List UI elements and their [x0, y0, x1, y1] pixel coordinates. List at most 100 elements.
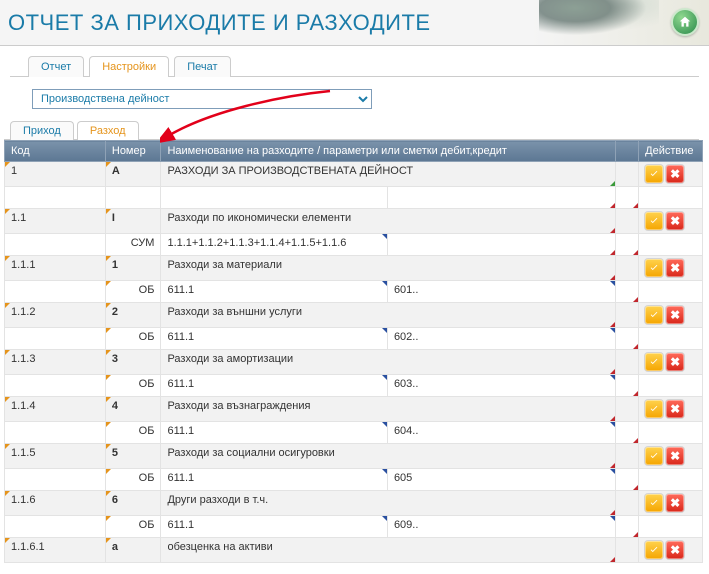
tab-print[interactable]: Печат — [174, 56, 230, 77]
cell-name[interactable]: Разходи за възнаграждения — [161, 397, 615, 421]
cell-param2[interactable]: 603.. — [388, 375, 616, 396]
cell-num[interactable]: 4 — [106, 397, 161, 421]
main-tabs: Отчет Настройки Печат — [28, 56, 709, 77]
cell-code[interactable]: 1.1.4 — [5, 397, 105, 421]
cell-param1[interactable]: 611.1 — [161, 516, 386, 537]
cell-code[interactable]: 1.1.6.1 — [5, 538, 105, 562]
expense-table: Код Номер Наименование на разходите / па… — [4, 140, 703, 563]
cell-name[interactable]: Разходи по икономически елементи — [161, 209, 615, 233]
tab-report[interactable]: Отчет — [28, 56, 84, 77]
cell-param2[interactable]: 604.. — [388, 422, 616, 443]
cell-subnum[interactable]: ОБ — [106, 281, 161, 302]
cell-subnum[interactable]: ОБ — [106, 328, 161, 349]
delete-button[interactable]: ✖ — [666, 306, 684, 324]
cell-code[interactable]: 1.1.6 — [5, 491, 105, 515]
cell-subnum[interactable]: ОБ — [106, 469, 161, 490]
edit-button[interactable] — [645, 306, 663, 324]
cell-num[interactable]: А — [106, 162, 161, 186]
cell-actions: ✖ — [639, 444, 702, 468]
cell-code — [5, 328, 105, 349]
activity-select-row: Производствена дейност — [32, 89, 709, 109]
cell-param1[interactable]: 611.1 — [161, 281, 386, 302]
table-row: 1.1.22Разходи за външни услуги ✖ — [5, 303, 703, 328]
delete-button[interactable]: ✖ — [666, 165, 684, 183]
table-subrow: СУМ1.1.1+1.1.2+1.1.3+1.1.4+1.1.5+1.1.6 — [5, 234, 703, 256]
cell-param1[interactable]: 611.1 — [161, 469, 386, 490]
cell-num[interactable]: а — [106, 538, 161, 562]
cell-param1[interactable]: 611.1 — [161, 422, 386, 443]
sub-tabs: Приход Разход — [10, 121, 709, 140]
edit-button[interactable] — [645, 494, 663, 512]
cell-subnum[interactable]: ОБ — [106, 375, 161, 396]
cell-param1[interactable]: 1.1.1+1.1.2+1.1.3+1.1.4+1.1.5+1.1.6 — [161, 234, 386, 255]
edit-button[interactable] — [645, 165, 663, 183]
cell-subnum[interactable] — [106, 187, 161, 208]
cell-num[interactable]: 5 — [106, 444, 161, 468]
subtab-income[interactable]: Приход — [10, 121, 74, 140]
cell-actions — [639, 281, 702, 302]
cell-code[interactable]: 1 — [5, 162, 105, 186]
cell-num[interactable]: 1 — [106, 256, 161, 280]
th-code: Код — [5, 141, 106, 162]
cell-name[interactable]: Други разходи в т.ч. — [161, 491, 615, 515]
cell-name[interactable]: обезценка на активи — [161, 538, 615, 562]
cell-code[interactable]: 1.1.1 — [5, 256, 105, 280]
cell-num[interactable]: 6 — [106, 491, 161, 515]
delete-button[interactable]: ✖ — [666, 447, 684, 465]
cell-code — [5, 469, 105, 490]
th-num: Номер — [105, 141, 161, 162]
delete-button[interactable]: ✖ — [666, 494, 684, 512]
edit-button[interactable] — [645, 212, 663, 230]
cell-spacer — [616, 209, 638, 233]
cell-spacer — [616, 328, 638, 349]
delete-button[interactable]: ✖ — [666, 259, 684, 277]
cell-param2[interactable]: 605 — [388, 469, 616, 490]
activity-select[interactable]: Производствена дейност — [32, 89, 372, 109]
cell-code[interactable]: 1.1 — [5, 209, 105, 233]
delete-button[interactable]: ✖ — [666, 212, 684, 230]
edit-button[interactable] — [645, 400, 663, 418]
cell-param1[interactable]: 611.1 — [161, 375, 386, 396]
cell-code[interactable]: 1.1.5 — [5, 444, 105, 468]
cell-subnum[interactable]: ОБ — [106, 422, 161, 443]
cell-actions — [639, 422, 702, 443]
cell-actions: ✖ — [639, 397, 702, 421]
cell-param2[interactable] — [388, 187, 616, 208]
cell-subnum[interactable]: ОБ — [106, 516, 161, 537]
subtab-expense[interactable]: Разход — [77, 121, 139, 140]
table-row: 1.1.55Разходи за социални осигуровки ✖ — [5, 444, 703, 469]
cell-code[interactable]: 1.1.2 — [5, 303, 105, 327]
cell-actions: ✖ — [639, 256, 702, 280]
delete-button[interactable]: ✖ — [666, 353, 684, 371]
cell-param2[interactable]: 601.. — [388, 281, 616, 302]
cell-param2[interactable] — [388, 234, 616, 255]
cell-num[interactable]: 2 — [106, 303, 161, 327]
edit-button[interactable] — [645, 353, 663, 371]
edit-button[interactable] — [645, 541, 663, 559]
cell-param2[interactable]: 609.. — [388, 516, 616, 537]
delete-button[interactable]: ✖ — [666, 400, 684, 418]
cell-param1[interactable]: 611.1 — [161, 328, 386, 349]
table-row: 1.1.6.1аобезценка на активи ✖ — [5, 538, 703, 563]
cell-spacer — [616, 516, 638, 537]
cell-name[interactable]: Разходи за материали — [161, 256, 615, 280]
table-subrow: ОБ611.1609.. — [5, 516, 703, 538]
edit-button[interactable] — [645, 259, 663, 277]
cell-param2[interactable]: 602.. — [388, 328, 616, 349]
cell-spacer — [616, 162, 638, 186]
cell-name[interactable]: Разходи за амортизации — [161, 350, 615, 374]
cell-code — [5, 187, 105, 208]
home-button[interactable] — [671, 8, 699, 36]
cell-param1[interactable] — [161, 187, 386, 208]
cell-code — [5, 422, 105, 443]
edit-button[interactable] — [645, 447, 663, 465]
cell-num[interactable]: I — [106, 209, 161, 233]
delete-button[interactable]: ✖ — [666, 541, 684, 559]
cell-name[interactable]: Разходи за външни услуги — [161, 303, 615, 327]
tab-settings[interactable]: Настройки — [89, 56, 169, 77]
cell-code[interactable]: 1.1.3 — [5, 350, 105, 374]
cell-name[interactable]: Разходи за социални осигуровки — [161, 444, 615, 468]
cell-num[interactable]: 3 — [106, 350, 161, 374]
cell-subnum[interactable]: СУМ — [106, 234, 161, 255]
cell-name[interactable]: РАЗХОДИ ЗА ПРОИЗВОДСТВЕНАТА ДЕЙНОСТ — [161, 162, 615, 186]
